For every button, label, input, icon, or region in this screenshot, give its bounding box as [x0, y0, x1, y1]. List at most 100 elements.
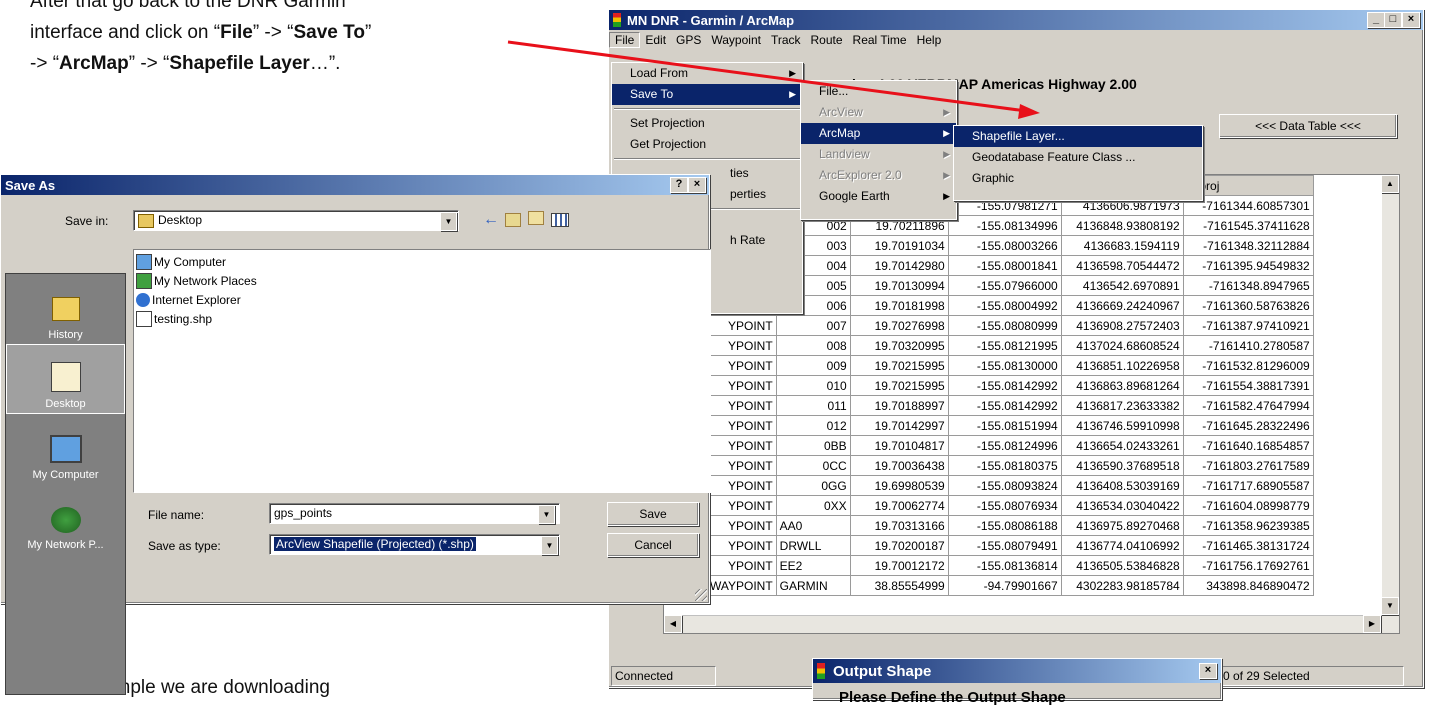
- save-in-select[interactable]: Desktop ▼: [133, 210, 459, 231]
- save-in-label: Save in:: [65, 214, 109, 228]
- menu-item-get-projection[interactable]: Get Projection: [612, 134, 802, 155]
- grid-vscroll[interactable]: [1382, 175, 1399, 633]
- menu-item-geodatabase[interactable]: Geodatabase Feature Class ...: [954, 147, 1202, 168]
- new-folder-icon[interactable]: [528, 211, 544, 225]
- place-network[interactable]: My Network P...: [6, 484, 125, 554]
- menu-item-save-to[interactable]: Save To ▶: [612, 84, 802, 105]
- table-row[interactable]: YPOINT 011 19.70188997 -155.08142992 4136817…: [664, 395, 1314, 416]
- table-cell: -7161645.28322496: [1182, 415, 1314, 436]
- table-cell: EE2: [775, 555, 851, 576]
- grid-hscroll[interactable]: [664, 615, 1399, 633]
- up-folder-icon[interactable]: [505, 213, 521, 227]
- output-shape-dialog: Output Shape × Please Define the Output …: [812, 658, 1222, 706]
- menu-realtime[interactable]: Real Time: [848, 33, 912, 47]
- resize-grip[interactable]: [695, 589, 707, 601]
- table-row[interactable]: YPOINT EE2 19.70012172 -155.08136814 4136505…: [664, 555, 1314, 576]
- submenu-arrow-icon: ▶: [943, 149, 950, 159]
- table-cell: 19.70215995: [849, 355, 949, 376]
- table-cell: -155.08136814: [947, 555, 1062, 576]
- save-button[interactable]: Save: [607, 502, 699, 526]
- menu-edit[interactable]: Edit: [640, 33, 671, 47]
- menu-waypoint[interactable]: Waypoint: [706, 33, 766, 47]
- menu-item-arcmap[interactable]: ArcMap ▶: [801, 123, 956, 144]
- menu-file[interactable]: File: [609, 31, 641, 48]
- chevron-down-icon[interactable]: ▼: [440, 212, 457, 231]
- menu-item-set-projection[interactable]: Set Projection: [612, 113, 802, 134]
- table-cell: YPOINT: [706, 515, 777, 536]
- back-icon[interactable]: ←: [483, 211, 499, 229]
- table-row[interactable]: YPOINT 0BB 19.70104817 -155.08124996 4136654…: [664, 435, 1314, 456]
- menu-item-arcview: ArcView ▶: [801, 102, 956, 123]
- menu-help[interactable]: Help: [912, 33, 947, 47]
- table-row[interactable]: YPOINT 0CC 19.70036438 -155.08180375 4136590…: [664, 455, 1314, 476]
- table-row[interactable]: YPOINT 008 19.70320995 -155.08121995 4137024…: [664, 335, 1314, 356]
- menu-track[interactable]: Track: [766, 33, 806, 47]
- scroll-left-icon[interactable]: ◀: [664, 615, 682, 633]
- place-my-computer[interactable]: My Computer: [6, 414, 125, 484]
- desktop-icon: [138, 213, 154, 228]
- submenu-arrow-icon: ▶: [943, 170, 950, 180]
- table-cell: 4136851.10226958: [1060, 355, 1184, 376]
- table-cell: -7161582.47647994: [1182, 395, 1314, 416]
- table-cell: 0CC: [775, 455, 851, 476]
- scroll-up-icon[interactable]: ▲: [1381, 175, 1399, 193]
- chevron-down-icon[interactable]: ▼: [538, 505, 555, 524]
- table-cell: 4136534.03040422: [1060, 495, 1184, 516]
- view-menu-icon[interactable]: [551, 213, 569, 227]
- file-name-input[interactable]: gps_points: [269, 503, 560, 524]
- menu-item-file[interactable]: File...: [801, 81, 956, 102]
- table-row[interactable]: YPOINT AA0 19.70313166 -155.08086188 4136975…: [664, 515, 1314, 536]
- table-row[interactable]: YPOINT 0GG 19.69980539 -155.08093824 4136408…: [664, 475, 1314, 496]
- table-row[interactable]: YPOINT 012 19.70142997 -155.08151994 4136746…: [664, 415, 1314, 436]
- table-cell: 010: [775, 375, 851, 396]
- table-row[interactable]: YPOINT 007 19.70276998 -155.08080999 4136908…: [664, 315, 1314, 336]
- table-cell: YPOINT: [706, 455, 777, 476]
- table-row[interactable]: YPOINT 0XX 19.70062774 -155.08076934 4136534…: [664, 495, 1314, 516]
- scroll-right-icon[interactable]: ▶: [1363, 615, 1381, 633]
- save-type-select[interactable]: ArcView Shapefile (Projected) (*.shp) ▼: [269, 534, 560, 555]
- chevron-down-icon[interactable]: ▼: [541, 536, 558, 555]
- table-row[interactable]: YPOINT 010 19.70215995 -155.08142992 4136863…: [664, 375, 1314, 396]
- place-history[interactable]: History: [6, 274, 125, 344]
- close-icon[interactable]: ×: [688, 177, 706, 193]
- scroll-down-icon[interactable]: ▼: [1381, 597, 1399, 615]
- table-cell: 19.70313166: [849, 515, 949, 536]
- file-item-network-places[interactable]: My Network Places: [136, 271, 708, 290]
- help-icon[interactable]: ?: [670, 177, 688, 193]
- table-cell: -155.08079491: [947, 535, 1062, 556]
- network-icon: [50, 507, 81, 533]
- file-item-testing-shp[interactable]: testing.shp: [136, 309, 708, 328]
- menu-item-graphic[interactable]: Graphic: [954, 168, 1202, 189]
- menu-item-load-from[interactable]: Load From ▶: [612, 63, 802, 84]
- table-cell: DRWLL: [775, 535, 851, 556]
- table-cell: 4136590.37689518: [1060, 455, 1184, 476]
- table-cell: -7161348.8947965: [1182, 275, 1314, 296]
- table-cell: -7161348.32112884: [1182, 235, 1314, 256]
- table-cell: YPOINT: [706, 435, 777, 456]
- table-cell: 4136746.59910998: [1060, 415, 1184, 436]
- close-icon[interactable]: ×: [1199, 663, 1217, 679]
- menu-item-google-earth[interactable]: Google Earth ▶: [801, 186, 956, 207]
- close-icon[interactable]: ×: [1402, 12, 1420, 28]
- file-item-internet-explorer[interactable]: Internet Explorer: [136, 290, 708, 309]
- table-row[interactable]: YPOINT 009 19.70215995 -155.08130000 4136851…: [664, 355, 1314, 376]
- maximize-icon[interactable]: □: [1384, 12, 1402, 28]
- cancel-button[interactable]: Cancel: [607, 533, 699, 557]
- menu-route[interactable]: Route: [806, 33, 848, 47]
- table-cell: -155.08003266: [947, 235, 1062, 256]
- minimize-icon[interactable]: _: [1367, 12, 1385, 28]
- table-cell: 19.70142997: [849, 415, 949, 436]
- place-desktop[interactable]: Desktop: [6, 344, 125, 414]
- table-cell: -155.08180375: [947, 455, 1062, 476]
- menu-item-shapefile-layer[interactable]: Shapefile Layer...: [954, 126, 1202, 147]
- table-row[interactable]: 20WAYPOINTGARMIN38.85554999-94.799016674…: [664, 575, 1314, 596]
- table-row[interactable]: YPOINT DRWLL 19.70200187 -155.08079491 41367…: [664, 535, 1314, 556]
- table-cell: 19.70012172: [849, 555, 949, 576]
- menu-gps[interactable]: GPS: [671, 33, 706, 47]
- file-item-my-computer[interactable]: My Computer: [136, 252, 708, 271]
- table-cell: 4137024.68608524: [1060, 335, 1184, 356]
- submenu-arrow-icon: ▶: [943, 107, 950, 117]
- data-table-button[interactable]: <<< Data Table <<<: [1219, 114, 1397, 138]
- instruction-line-1: After that go back to the DNR Garmin: [30, 0, 346, 12]
- table-cell: 343898.846890472: [1182, 575, 1314, 596]
